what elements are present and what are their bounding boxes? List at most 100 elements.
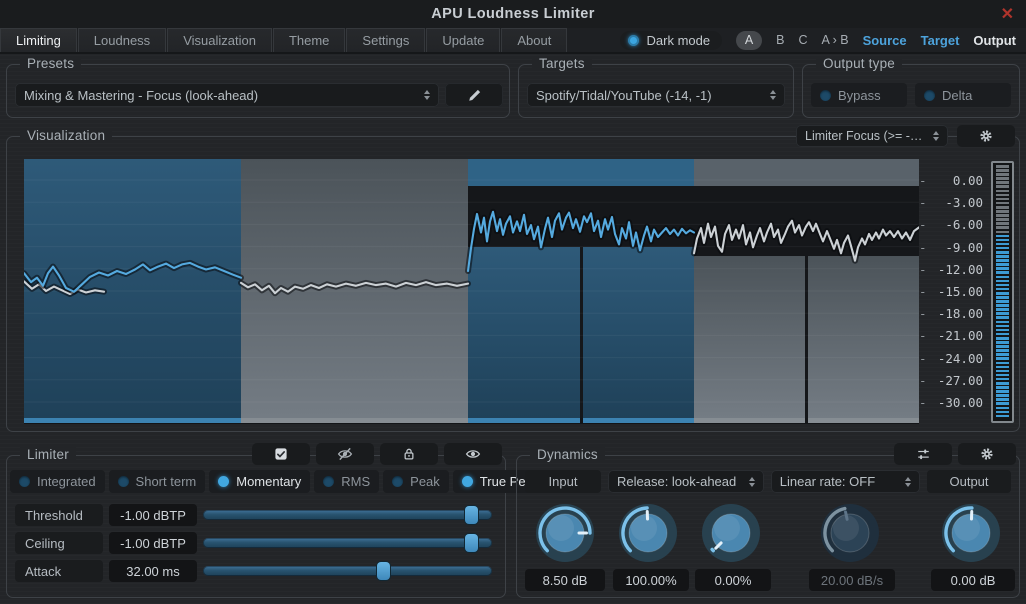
dynamics-input-label: Input: [525, 470, 601, 493]
release-selected-value: Release: look-ahead: [617, 474, 736, 489]
tune-icon: [916, 447, 931, 462]
dynamics-knob-1[interactable]: [616, 501, 680, 565]
output-type-delta-toggle[interactable]: Delta: [915, 83, 1011, 107]
meter-segment: [996, 382, 1009, 385]
tab-theme[interactable]: Theme: [273, 28, 345, 52]
eye-off-icon: [337, 446, 353, 462]
slider-thumb[interactable]: [465, 534, 478, 552]
limiter-toggle-short-term[interactable]: Short term: [109, 470, 206, 493]
select-arrows-icon: [762, 90, 776, 100]
ab-state-c-button[interactable]: C: [798, 33, 807, 47]
meter-segment: [996, 341, 1009, 344]
toggle-dot-icon: [820, 90, 831, 101]
linear-rate-selected-value: Linear rate: OFF: [780, 474, 875, 489]
dynamics-settings-button[interactable]: [958, 443, 1016, 465]
visualization-group-label: Visualization: [20, 128, 112, 143]
output-type-bypass-toggle[interactable]: Bypass: [811, 83, 907, 107]
limiter-header-buttons: [252, 443, 502, 465]
meter-segment: [996, 362, 1009, 365]
monitor-output-button[interactable]: Output: [973, 33, 1016, 48]
targets-group: Targets Spotify/Tidal/YouTube (-14, -1): [518, 64, 794, 118]
meter-segment: [996, 165, 1009, 168]
lock-icon: [402, 447, 416, 461]
param-row-attack: Attack 32.00 ms: [15, 560, 492, 582]
meter-segment: [996, 333, 1009, 336]
param-slider-attack[interactable]: [203, 560, 492, 582]
limiter-view-button[interactable]: [444, 443, 502, 465]
dynamics-knob-0[interactable]: [533, 501, 597, 565]
meter-segment: [996, 345, 1009, 348]
toggle-dot-icon: [323, 476, 334, 487]
param-name: Ceiling: [15, 532, 103, 554]
slider-thumb[interactable]: [465, 506, 478, 524]
dynamics-knob-3[interactable]: [818, 501, 882, 565]
tab-settings[interactable]: Settings: [346, 28, 425, 52]
meter-segment: [996, 398, 1009, 401]
db-scale-label: -0.00: [919, 173, 983, 188]
toggle-dot-icon: [462, 476, 473, 487]
ab-copy-button[interactable]: A › B: [821, 33, 848, 47]
param-value: -1.00 dBTP: [109, 532, 197, 554]
limiter-hide-button[interactable]: [316, 443, 374, 465]
select-arrows-icon: [416, 90, 430, 100]
dynamics-tune-button[interactable]: [894, 443, 952, 465]
meter-segment: [996, 181, 1009, 184]
toggle-dot-icon: [19, 476, 30, 487]
viz-settings-button[interactable]: [957, 125, 1015, 147]
slider-thumb[interactable]: [377, 562, 390, 580]
param-name: Attack: [15, 560, 103, 582]
tab-update[interactable]: Update: [426, 28, 500, 52]
meter-segment: [996, 407, 1009, 410]
limiter-lock-button[interactable]: [380, 443, 438, 465]
param-slider-threshold[interactable]: [203, 504, 492, 526]
slider-track[interactable]: [203, 510, 492, 520]
db-scale-label: --18.00: [919, 306, 983, 321]
linear-rate-select[interactable]: Linear rate: OFF: [771, 470, 920, 493]
dark-mode-toggle[interactable]: Dark mode: [620, 31, 723, 50]
dynamics-knob-4[interactable]: [939, 501, 1003, 565]
dynamics-knob-2[interactable]: [699, 501, 763, 565]
close-icon[interactable]: ✕: [1001, 4, 1014, 24]
preset-select[interactable]: Mixing & Mastering - Focus (look-ahead): [15, 83, 439, 107]
meter-segment: [996, 276, 1009, 279]
limiter-toggle-peak[interactable]: Peak: [383, 470, 449, 493]
meter-segment: [996, 357, 1009, 360]
select-arrows-icon: [741, 477, 755, 487]
preset-edit-button[interactable]: [445, 83, 503, 107]
dynamics-io-row: Input Release: look-ahead Linear rate: O…: [525, 470, 1011, 493]
meter-segment: [996, 402, 1009, 405]
ab-state-a-button[interactable]: A: [736, 31, 762, 50]
meter-segment: [996, 263, 1009, 266]
limiter-group: Limiter: [6, 455, 506, 598]
ab-state-b-button[interactable]: B: [776, 33, 784, 47]
meter-segment: [996, 185, 1009, 188]
knob-value-3: 20.00 dB/s: [809, 569, 895, 591]
tab-about[interactable]: About: [501, 28, 567, 52]
limiter-toggle-integrated[interactable]: Integrated: [10, 470, 105, 493]
limiter-toggle-rms[interactable]: RMS: [314, 470, 379, 493]
param-slider-ceiling[interactable]: [203, 532, 492, 554]
output-type-group-label: Output type: [816, 56, 902, 71]
limiter-toggle-momentary[interactable]: Momentary: [209, 470, 310, 493]
param-value: 32.00 ms: [109, 560, 197, 582]
plugin-window: APU Loudness Limiter ✕ LimitingLoudnessV…: [0, 0, 1026, 604]
viz-mode-select[interactable]: Limiter Focus (>= -30): [796, 125, 948, 147]
slider-track[interactable]: [203, 538, 492, 548]
tab-visualization[interactable]: Visualization: [167, 28, 272, 52]
limiter-enable-button[interactable]: [252, 443, 310, 465]
tab-limiting[interactable]: Limiting: [0, 28, 77, 52]
dynamics-group: Dynamics Input Release: look-ahead: [516, 455, 1020, 598]
tab-loudness[interactable]: Loudness: [78, 28, 166, 52]
release-select[interactable]: Release: look-ahead: [608, 470, 764, 493]
meter-segment: [996, 218, 1009, 221]
preset-selected-value: Mixing & Mastering - Focus (look-ahead): [24, 88, 258, 103]
tab-bar: LimitingLoudnessVisualizationThemeSettin…: [0, 28, 1026, 54]
slider-track[interactable]: [203, 566, 492, 576]
target-select[interactable]: Spotify/Tidal/YouTube (-14, -1): [527, 83, 785, 107]
meter-segment: [996, 173, 1009, 176]
monitor-target-button[interactable]: Target: [921, 33, 960, 48]
meter-segment: [996, 251, 1009, 254]
dark-mode-dot-icon: [628, 35, 639, 46]
monitor-source-button[interactable]: Source: [863, 33, 907, 48]
meter-segment: [996, 243, 1009, 246]
